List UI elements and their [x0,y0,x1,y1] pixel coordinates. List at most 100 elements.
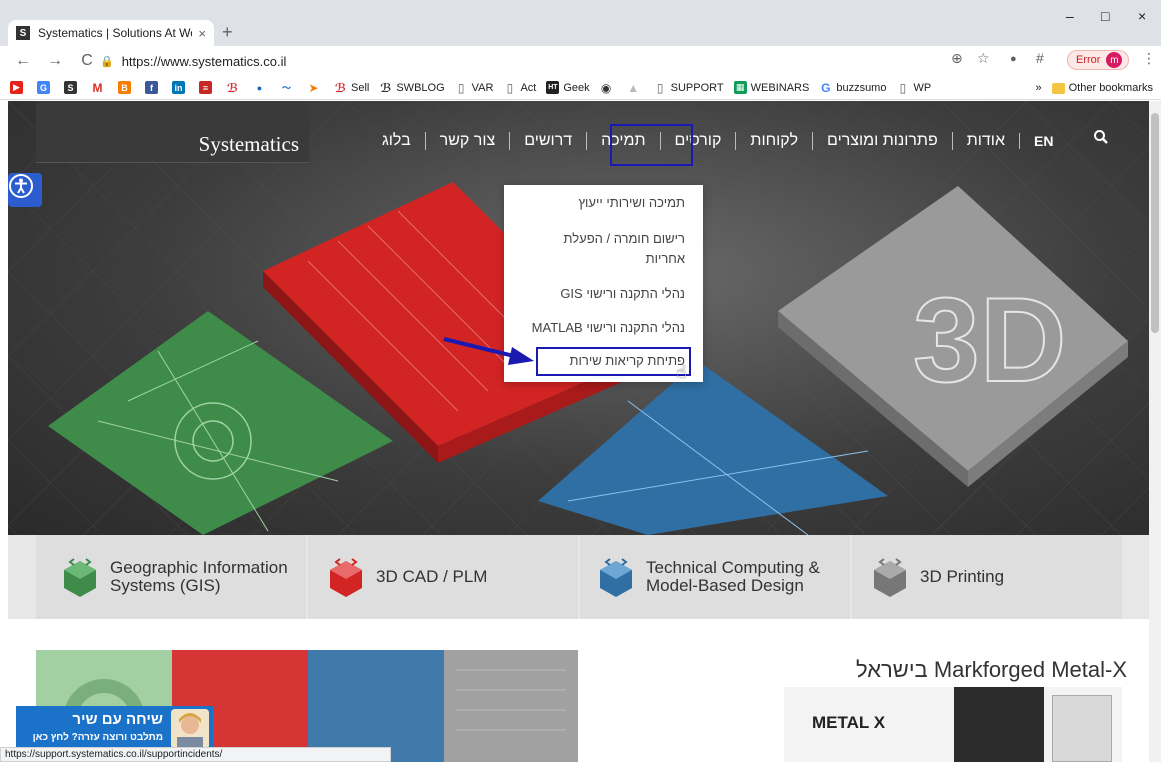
category-tech-label: Technical Computing & Model-Based Design [646,559,820,595]
blogger-icon: B [118,81,131,94]
category-printing-label: 3D Printing [920,567,1005,586]
solidworks-bookmark[interactable]: ℬ [226,80,243,95]
dropdown-item-warranty[interactable]: אחריות [646,249,685,269]
close-tab-icon[interactable]: × [198,26,206,41]
bookmark-var[interactable]: ▯ VAR [454,81,493,95]
bookmark-star-icon[interactable]: ☆ [977,50,990,67]
metal-x-image[interactable]: METAL X [784,687,1122,762]
adblock-icon[interactable]: ● [1010,53,1017,65]
bookmark-sell[interactable]: ℬ Sell [334,81,369,95]
lock-icon: 🔒 [100,55,114,68]
main-nav: בלוג צור קשר דרושים תמיכה קורסים לקוחות … [368,123,1067,159]
browser-tab[interactable]: S Systematics | Solutions At Works × [8,20,214,46]
dropdown-item-hardware-registration[interactable]: רישום חומרה / הפעלת [564,229,685,249]
nav-solutions[interactable]: פתרונות ומוצרים [812,132,952,150]
category-gis-label: Geographic Information Systems (GIS) [110,559,288,595]
nav-blog[interactable]: בלוג [368,132,425,150]
category-3d-printing[interactable]: 3D Printing [852,535,1122,619]
linkedin-icon: in [172,81,185,94]
page-icon: ▯ [896,81,910,95]
bookmark-swblog[interactable]: ℬ SWBLOG [379,80,445,95]
browser-titlebar: S Systematics | Solutions At Works × + –… [0,0,1161,46]
translate-bookmark[interactable]: G [37,81,54,94]
logo-box[interactable]: Systematics [36,101,309,163]
category-gis-line1: Geographic Information [110,558,288,577]
markforged-title[interactable]: Markforged Metal-X בישראל [856,657,1127,683]
bookmark-label: WP [913,81,932,94]
dropdown-item-support-consulting[interactable]: תמיכה ושירותי ייעוץ [579,193,686,213]
bookmark-geek[interactable]: HT Geek [546,81,590,94]
maximize-button[interactable]: □ [1101,8,1109,24]
bookmark-label: SUPPORT [670,81,724,94]
solidworks-icon: ℬ [226,80,239,95]
category-technical-computing[interactable]: Technical Computing & Model-Based Design [580,535,850,619]
bookmark-webinars[interactable]: ▦ WEBINARS [733,81,809,94]
hashtag-extension-icon[interactable]: # [1036,50,1044,66]
tab-title: Systematics | Solutions At Works [38,26,192,40]
facebook-icon: f [145,81,158,94]
nav-lang-en[interactable]: EN [1018,133,1067,149]
linkedin-bookmark[interactable]: in [172,81,189,94]
wave-icon: 〜 [280,81,293,94]
send-bookmark[interactable]: ➤ [307,81,324,95]
dropdown-item-matlab-licensing[interactable]: נהלי התקנה ורישוי MATLAB [532,318,685,338]
gis-cube-icon [64,558,96,597]
chat-agent-avatar [171,709,209,749]
nav-customers[interactable]: לקוחות [735,132,812,150]
minimize-button[interactable]: – [1066,8,1074,24]
nav-jobs[interactable]: דרושים [509,132,586,150]
github-icon: ◉ [599,80,613,95]
bookmark-act[interactable]: ▯ Act [503,81,536,95]
address-bar[interactable]: 🔒 https://www.systematics.co.il [100,50,980,72]
scrollbar-thumb[interactable] [1151,113,1159,333]
page-icon: ▯ [454,81,468,95]
sheets-icon: ▦ [733,81,747,94]
bookmark-wp[interactable]: ▯ WP [896,81,932,95]
systematics-bookmark[interactable]: S [64,81,81,94]
stack-icon: ≡ [199,81,212,94]
category-cad-label: 3D CAD / PLM [376,567,488,586]
chat-widget[interactable]: שיחה עם שיר מתלבט ורוצה עזרה? לחץ כאן [16,706,213,751]
site-favicon: S [16,26,30,40]
bookmarks-overflow-button[interactable]: » [1036,82,1042,94]
github-bookmark[interactable]: ◉ [599,80,617,95]
bookmarks-bar: ▶ G S M B f in ≡ ℬ ● 〜 ➤ ℬ Sell ℬ SWBLOG ▯… [0,76,1161,100]
accessibility-icon[interactable] [8,173,42,207]
warning-bookmark[interactable]: ▲ [626,81,644,95]
dot-bookmark[interactable]: ● [253,81,270,94]
stack-bookmark[interactable]: ≡ [199,81,216,94]
dot-icon: ● [253,81,266,94]
facebook-bookmark[interactable]: f [145,81,162,94]
folder-icon [1051,82,1065,94]
close-window-button[interactable]: × [1138,8,1146,24]
nav-contact[interactable]: צור קשר [424,132,510,150]
chat-subtitle: מתלבט ורוצה עזרה? לחץ כאן [32,732,163,743]
reload-icon[interactable]: C [78,52,96,70]
zoom-icon[interactable]: ⊕ [951,50,963,67]
gmail-icon: M [91,80,104,95]
profile-error-pill[interactable]: Error m [1067,50,1129,70]
printing-cube-icon [874,558,906,597]
category-cad-plm[interactable]: 3D CAD / PLM [308,535,578,619]
youtube-icon: ▶ [10,81,23,94]
menu-kebab-icon[interactable]: ⋮ [1142,50,1156,67]
gmail-bookmark[interactable]: M [91,80,108,95]
blogger-bookmark[interactable]: B [118,81,135,94]
other-bookmarks-button[interactable]: Other bookmarks [1069,82,1153,94]
feedly-bookmark[interactable]: 〜 [280,81,297,94]
profile-avatar: m [1106,52,1123,68]
dropdown-item-gis-licensing[interactable]: נהלי התקנה ורישוי GIS [560,284,685,304]
page-scrollbar[interactable] [1149,101,1161,762]
forward-icon[interactable]: → [46,52,64,70]
bookmark-label: Geek [563,81,590,94]
solidworks-icon: ℬ [379,80,393,95]
youtube-bookmark[interactable]: ▶ [10,81,27,94]
geek-icon: HT [546,81,560,94]
category-gis[interactable]: Geographic Information Systems (GIS) [36,535,306,619]
bookmark-support[interactable]: ▯ SUPPORT [653,81,724,95]
google-icon: G [819,80,833,95]
nav-about[interactable]: אודות [951,132,1019,150]
new-tab-button[interactable]: + [222,22,233,43]
bookmark-buzzsumo[interactable]: Gbuzzsumo [819,80,886,95]
back-icon[interactable]: ← [14,52,32,70]
